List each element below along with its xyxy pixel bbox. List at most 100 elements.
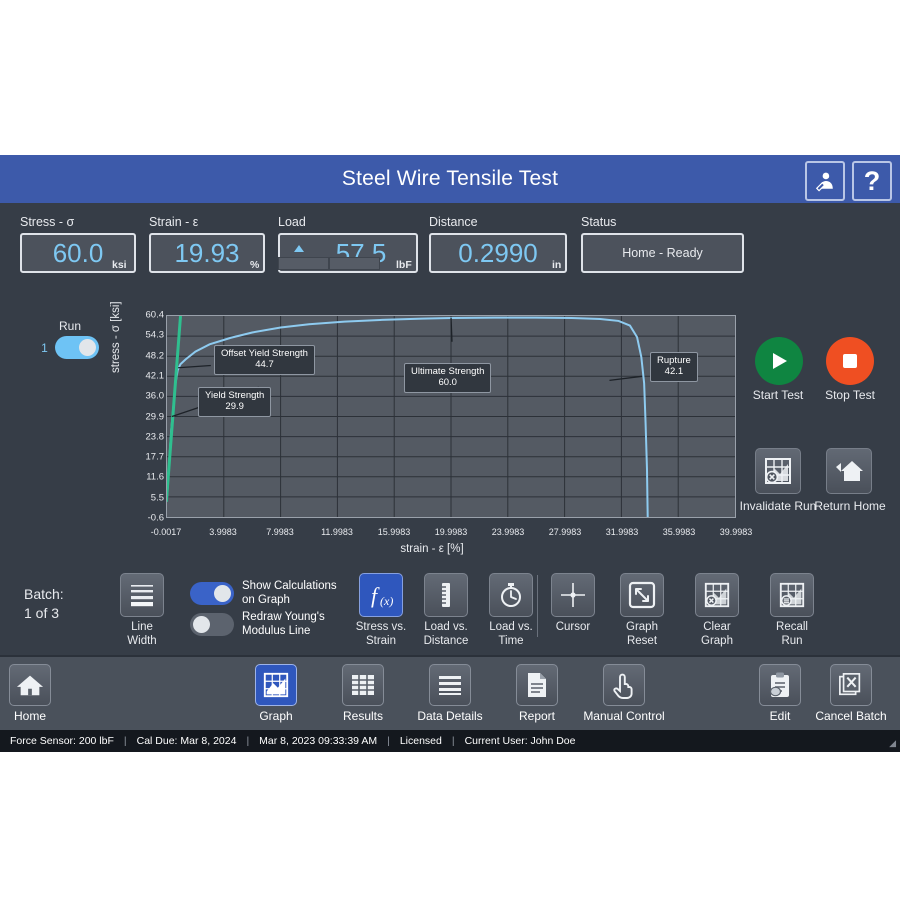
return-home-icon xyxy=(834,458,864,484)
batch-label: Batch: xyxy=(24,585,64,604)
svg-text:f: f xyxy=(371,583,380,608)
user-sign-icon[interactable] xyxy=(805,161,845,201)
nav-item-manual-control[interactable]: Manual Control xyxy=(576,664,672,723)
y-tick: 11.6 xyxy=(146,472,164,483)
help-glyph: ? xyxy=(864,168,881,195)
strain-unit: % xyxy=(250,259,259,271)
return-home-button[interactable] xyxy=(826,448,872,494)
start-test-label: Start Test xyxy=(738,389,818,403)
nav-label-results: Results xyxy=(315,709,411,723)
load-vs-time-button[interactable]: Load vs. Time xyxy=(485,573,537,649)
expand-arrows-icon xyxy=(620,573,664,617)
status-value: Home - Ready xyxy=(622,246,703,260)
page-title: Steel Wire Tensile Test xyxy=(342,167,558,191)
cursor-label: Cursor xyxy=(548,621,598,635)
nav-label-report: Report xyxy=(489,709,585,723)
annotation-name: Rupture xyxy=(657,355,691,366)
nav-item-results[interactable]: Results xyxy=(315,664,411,723)
bottom-navigation: Home Graph Results Data Details Report xyxy=(0,655,900,732)
x-tick: 23.9983 xyxy=(492,527,525,537)
status-item: Mar 8, 2023 09:33:39 AM xyxy=(249,735,387,747)
x-tick: 7.9983 xyxy=(266,527,294,537)
strain-value: 19.93 xyxy=(174,238,239,269)
return-home-label: Return Home xyxy=(810,500,890,514)
nav-item-cancel-batch[interactable]: Cancel Batch xyxy=(803,664,899,723)
line-width-label: Line Width xyxy=(118,621,166,649)
readout-label: Status xyxy=(581,215,744,229)
nav-label-manual-control: Manual Control xyxy=(576,709,672,723)
cursor-button[interactable]: Cursor xyxy=(548,573,598,635)
nav-item-report[interactable]: Report xyxy=(489,664,585,723)
distance-unit: in xyxy=(552,259,561,271)
annotation-name: Yield Strength xyxy=(205,390,264,401)
x-tick: 31.9983 xyxy=(606,527,639,537)
graph-reset-button[interactable]: Graph Reset xyxy=(617,573,667,649)
y-tick: -0.6 xyxy=(148,513,164,524)
load-vs-distance-button[interactable]: Load vs. Distance xyxy=(420,573,472,649)
annotation-name: Offset Yield Strength xyxy=(221,348,308,359)
series-line xyxy=(167,316,181,502)
redraw-youngs-toggle-row[interactable]: Redraw Young's Modulus Line xyxy=(190,611,325,639)
clear-graph-label: Clear Graph xyxy=(690,621,744,649)
readout-label: Stress - σ xyxy=(20,215,136,229)
show-calculations-toggle[interactable] xyxy=(190,582,234,605)
y-tick: 23.8 xyxy=(146,431,165,442)
readout-strain: Strain - ε 19.93 xyxy=(149,215,265,273)
graph-annotation: Yield Strength29.9 xyxy=(198,387,271,417)
invalidate-run-button[interactable] xyxy=(755,448,801,494)
stopwatch-icon xyxy=(489,573,533,617)
line-width-button[interactable]: Line Width xyxy=(118,573,166,649)
list-lines-icon xyxy=(429,664,471,706)
run-number: 1 xyxy=(41,341,48,355)
start-test-button[interactable] xyxy=(755,337,803,385)
nav-item-data-details[interactable]: Data Details xyxy=(402,664,498,723)
graph-annotation: Ultimate Strength60.0 xyxy=(404,363,491,393)
strain-value-box: 19.93 xyxy=(149,233,265,273)
x-tick: 11.9983 xyxy=(321,527,353,537)
resize-grip-icon: ◢ xyxy=(889,738,896,749)
nav-item-graph[interactable]: Graph xyxy=(228,664,324,723)
stress-vs-strain-button[interactable]: f(x) Stress vs. Strain xyxy=(355,573,407,649)
function-fx-icon: f(x) xyxy=(359,573,403,617)
stress-strain-graph[interactable]: stress - σ [ksi] 60.454.348.242.136.029.… xyxy=(112,315,752,555)
y-tick: 48.2 xyxy=(146,350,165,361)
redraw-youngs-toggle[interactable] xyxy=(190,613,234,636)
annotation-name: Ultimate Strength xyxy=(411,366,484,377)
batch-value: 1 of 3 xyxy=(24,604,64,623)
show-calculations-toggle-row[interactable]: Show Calculations on Graph xyxy=(190,580,337,608)
batch-indicator: Batch: 1 of 3 xyxy=(24,585,64,623)
nav-label-cancel-batch: Cancel Batch xyxy=(803,709,899,723)
distance-value-box: 0.2990 xyxy=(429,233,567,273)
y-tick: 17.7 xyxy=(146,452,165,463)
status-item: Force Sensor: 200 lbF xyxy=(0,735,124,747)
graph-icon xyxy=(255,664,297,706)
run-toggle[interactable] xyxy=(55,336,99,359)
clear-graph-button[interactable]: Clear Graph xyxy=(690,573,744,649)
graph-annotation: Offset Yield Strength44.7 xyxy=(214,345,315,375)
y-axis-ticks: 60.454.348.242.136.029.923.817.711.65.5-… xyxy=(112,315,164,525)
distance-value: 0.2990 xyxy=(458,238,538,269)
application-window: Steel Wire Tensile Test ? Stress - σ 60.… xyxy=(0,155,900,752)
nav-item-home[interactable]: Home xyxy=(0,664,78,723)
readout-status: Status Home - Ready xyxy=(581,215,744,273)
graph-toolbar: Batch: 1 of 3 Line Width Show Calculatio… xyxy=(0,563,900,653)
recall-run-button[interactable]: Recall Run xyxy=(765,573,819,649)
annotation-value: 42.1 xyxy=(657,367,691,378)
y-tick: 5.5 xyxy=(151,492,164,503)
play-icon xyxy=(768,350,790,372)
load-vs-distance-label: Load vs. Distance xyxy=(420,621,472,649)
readout-panel: Stress - σ 60.0 ksi Strain - ε 19.93 % L… xyxy=(0,203,900,293)
stress-unit: ksi xyxy=(112,259,127,271)
stop-test-button[interactable] xyxy=(826,337,874,385)
status-item: Licensed xyxy=(390,735,452,747)
question-mark-icon[interactable]: ? xyxy=(852,161,892,201)
status-value-box: Home - Ready xyxy=(581,233,744,273)
nav-label-home: Home xyxy=(0,709,78,723)
x-axis-ticks: -0.00173.99837.998311.998315.998319.9983… xyxy=(166,527,752,541)
readout-label: Load xyxy=(278,215,418,229)
y-tick: 29.9 xyxy=(146,411,165,422)
status-item: Current User: John Doe xyxy=(455,735,586,747)
home-icon xyxy=(9,664,51,706)
recall-run-label: Recall Run xyxy=(765,621,819,649)
readout-distance: Distance 0.2990 xyxy=(429,215,567,273)
